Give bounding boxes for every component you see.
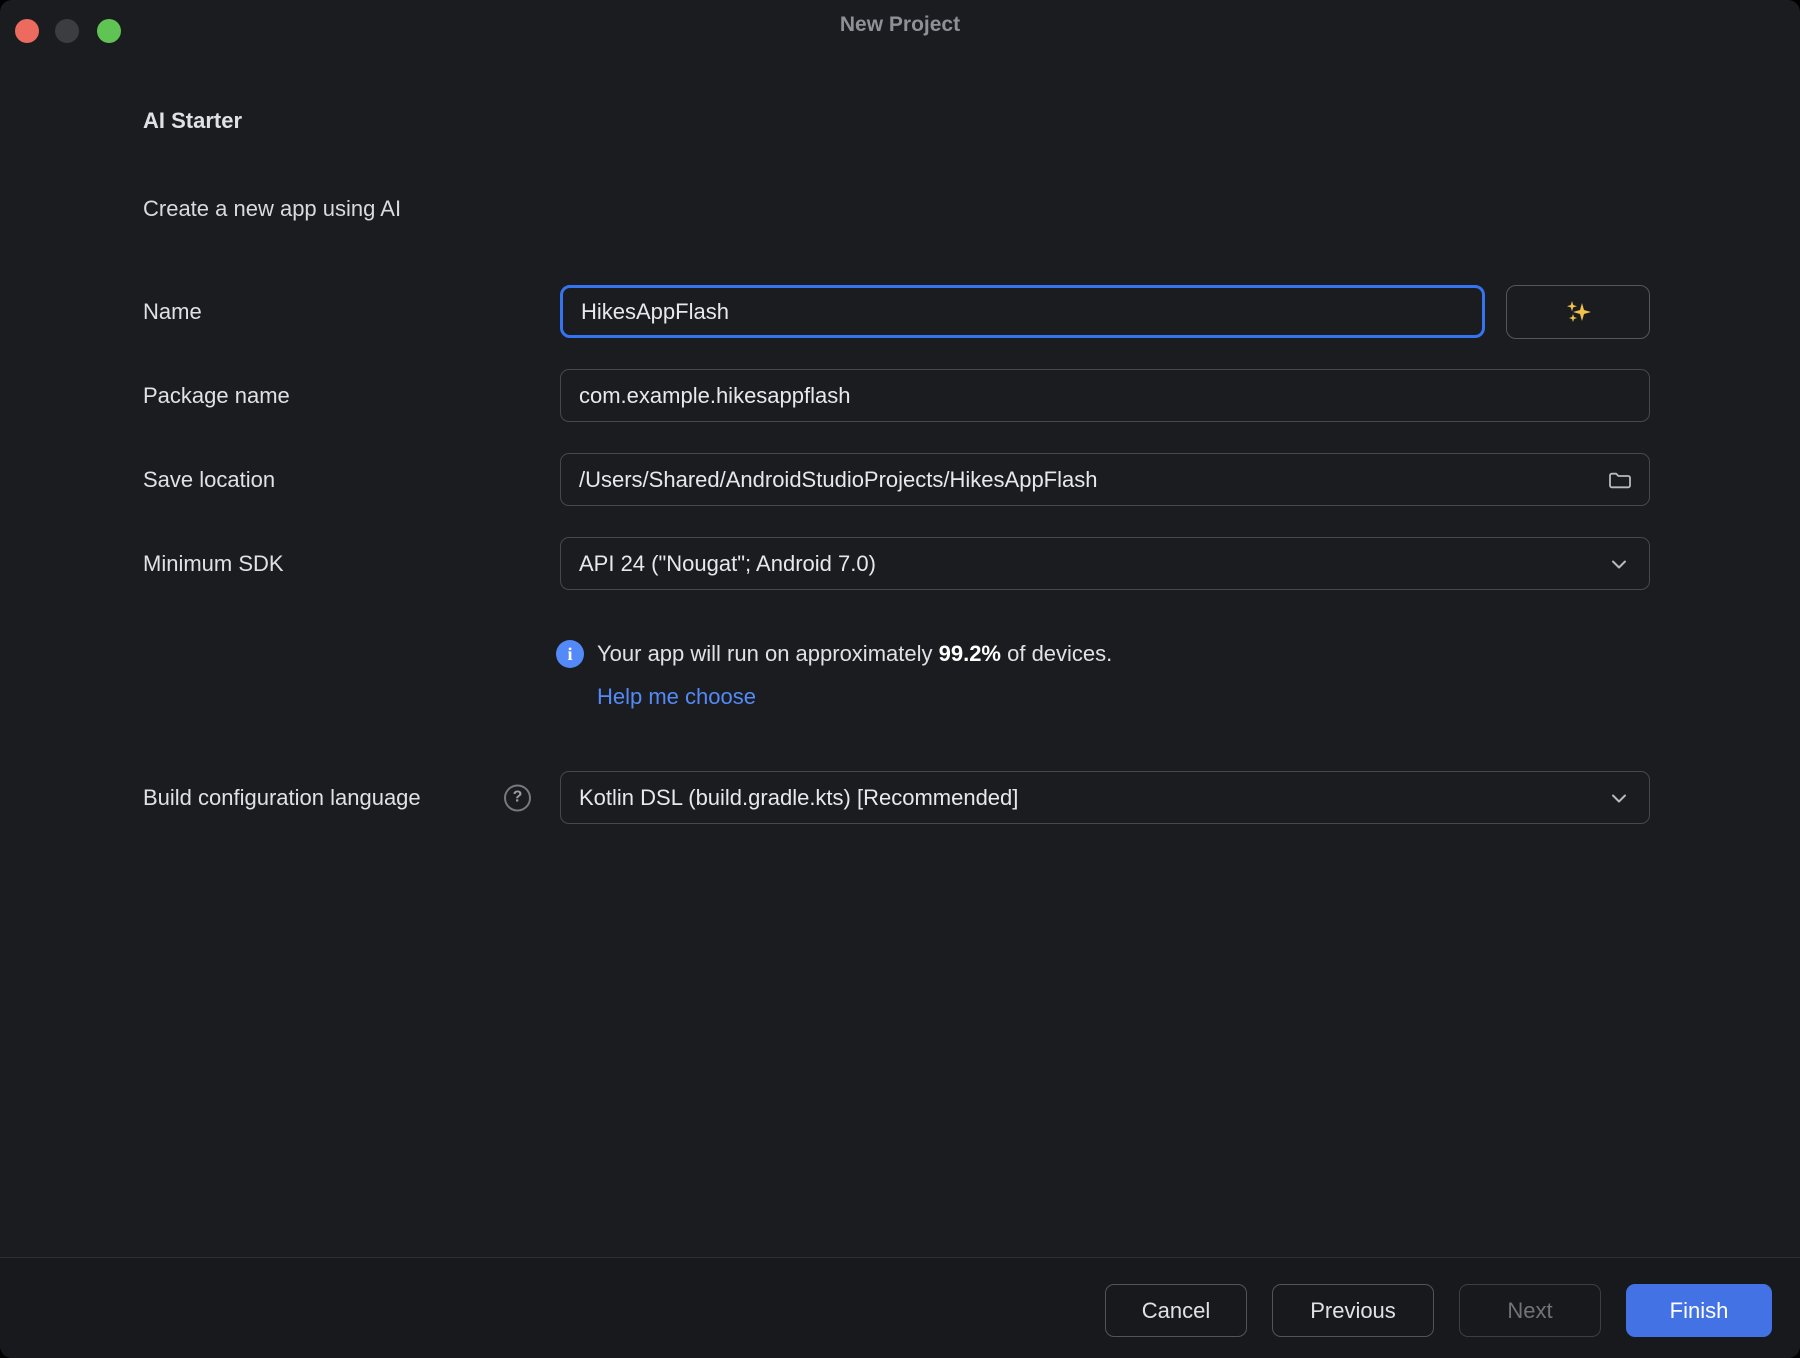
section-title: AI Starter bbox=[143, 108, 242, 134]
name-label: Name bbox=[143, 299, 202, 325]
build-config-select[interactable]: Kotlin DSL (build.gradle.kts) [Recommend… bbox=[560, 771, 1650, 824]
name-input[interactable] bbox=[560, 285, 1485, 338]
minimum-sdk-row: Minimum SDK API 24 ("Nougat"; Android 7.… bbox=[0, 537, 1800, 590]
sdk-info-line: i Your app will run on approximately 99.… bbox=[556, 640, 1112, 668]
package-name-label: Package name bbox=[143, 383, 290, 409]
cancel-button[interactable]: Cancel bbox=[1105, 1284, 1247, 1337]
finish-button[interactable]: Finish bbox=[1626, 1284, 1772, 1337]
build-config-row: Build configuration language ? Kotlin DS… bbox=[0, 771, 1800, 824]
next-button: Next bbox=[1459, 1284, 1601, 1337]
save-location-input[interactable] bbox=[560, 453, 1650, 506]
new-project-dialog: New Project AI Starter Create a new app … bbox=[0, 0, 1800, 1358]
browse-folder-icon[interactable] bbox=[1606, 466, 1634, 494]
chevron-down-icon bbox=[1607, 552, 1631, 576]
save-location-row: Save location bbox=[0, 453, 1800, 506]
name-row: Name bbox=[0, 285, 1800, 338]
minimum-sdk-select[interactable]: API 24 ("Nougat"; Android 7.0) bbox=[560, 537, 1650, 590]
window-title: New Project bbox=[0, 13, 1800, 37]
build-config-value: Kotlin DSL (build.gradle.kts) [Recommend… bbox=[579, 785, 1607, 811]
help-question-icon[interactable]: ? bbox=[504, 784, 531, 811]
build-config-label: Build configuration language bbox=[143, 785, 421, 811]
section-subtitle: Create a new app using AI bbox=[143, 196, 401, 222]
device-percentage: 99.2% bbox=[939, 641, 1001, 666]
sdk-info-text: Your app will run on approximately 99.2%… bbox=[597, 641, 1112, 667]
titlebar: New Project bbox=[0, 0, 1800, 52]
ai-generate-button[interactable] bbox=[1506, 285, 1650, 339]
help-me-choose-link[interactable]: Help me choose bbox=[597, 684, 756, 710]
save-location-label: Save location bbox=[143, 467, 275, 493]
info-icon: i bbox=[556, 640, 584, 668]
previous-button[interactable]: Previous bbox=[1272, 1284, 1434, 1337]
sparkle-icon bbox=[1561, 295, 1595, 329]
chevron-down-icon bbox=[1607, 786, 1631, 810]
package-name-input[interactable] bbox=[560, 369, 1650, 422]
package-name-row: Package name bbox=[0, 369, 1800, 422]
footer-bar: Cancel Previous Next Finish bbox=[0, 1257, 1800, 1358]
minimum-sdk-value: API 24 ("Nougat"; Android 7.0) bbox=[579, 551, 1607, 577]
minimum-sdk-label: Minimum SDK bbox=[143, 551, 284, 577]
